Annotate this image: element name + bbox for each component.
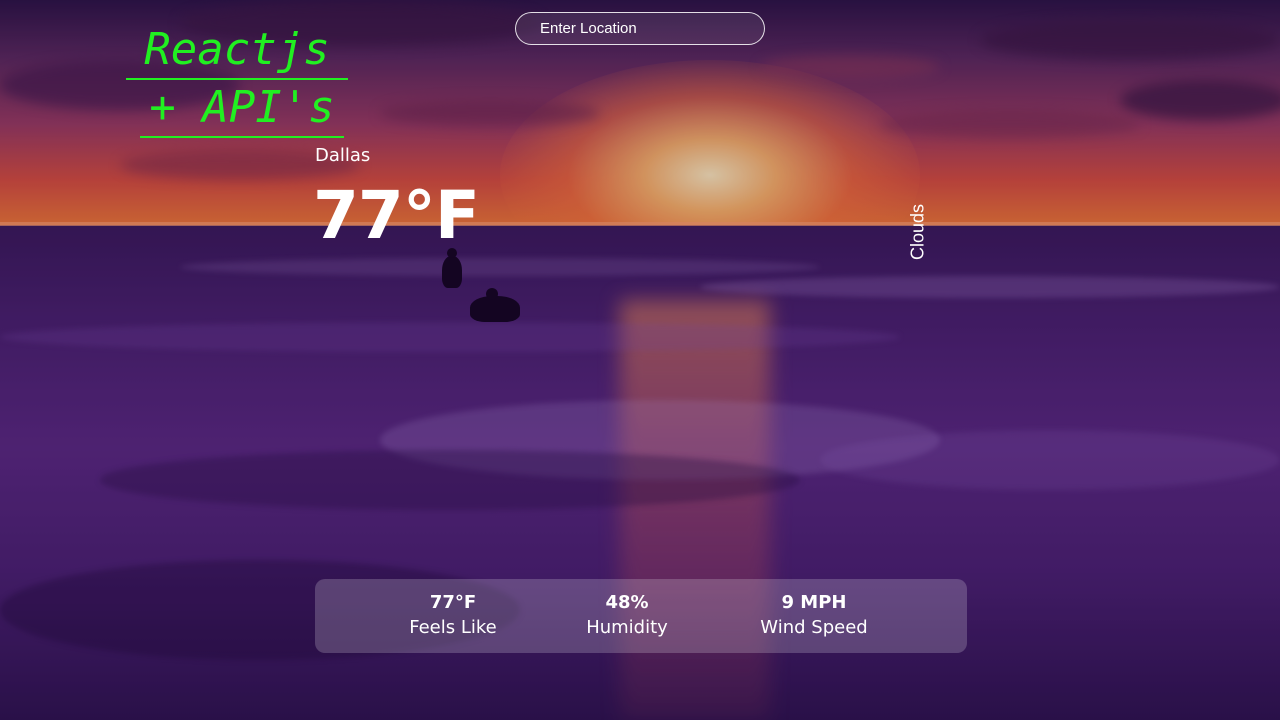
humidity-value: 48% xyxy=(605,592,649,613)
brand-title-line2: + API's xyxy=(140,80,344,138)
weather-condition: Clouds xyxy=(907,203,928,261)
wind-speed-stat: 9 MPH Wind Speed xyxy=(760,591,867,641)
weather-stats-panel: 77°F Feels Like 48% Humidity 9 MPH Wind … xyxy=(315,579,967,653)
current-temperature: 77°F xyxy=(313,177,480,254)
wind-speed-label: Wind Speed xyxy=(760,617,868,638)
feels-like-value: 77°F xyxy=(429,592,477,613)
brand-title-line1: Reactjs xyxy=(126,22,348,80)
humidity-label: Humidity xyxy=(586,617,668,638)
feels-like-stat: 77°F Feels Like xyxy=(409,591,497,641)
brand-title: Reactjs + API's xyxy=(126,22,348,138)
wind-speed-value: 9 MPH xyxy=(781,592,847,613)
humidity-stat: 48% Humidity xyxy=(586,591,668,641)
location-search-input[interactable] xyxy=(515,12,765,45)
weather-app: Reactjs + API's Dallas 77°F Clouds 77°F … xyxy=(0,0,1280,720)
feels-like-label: Feels Like xyxy=(409,617,497,638)
location-name: Dallas xyxy=(315,145,371,166)
